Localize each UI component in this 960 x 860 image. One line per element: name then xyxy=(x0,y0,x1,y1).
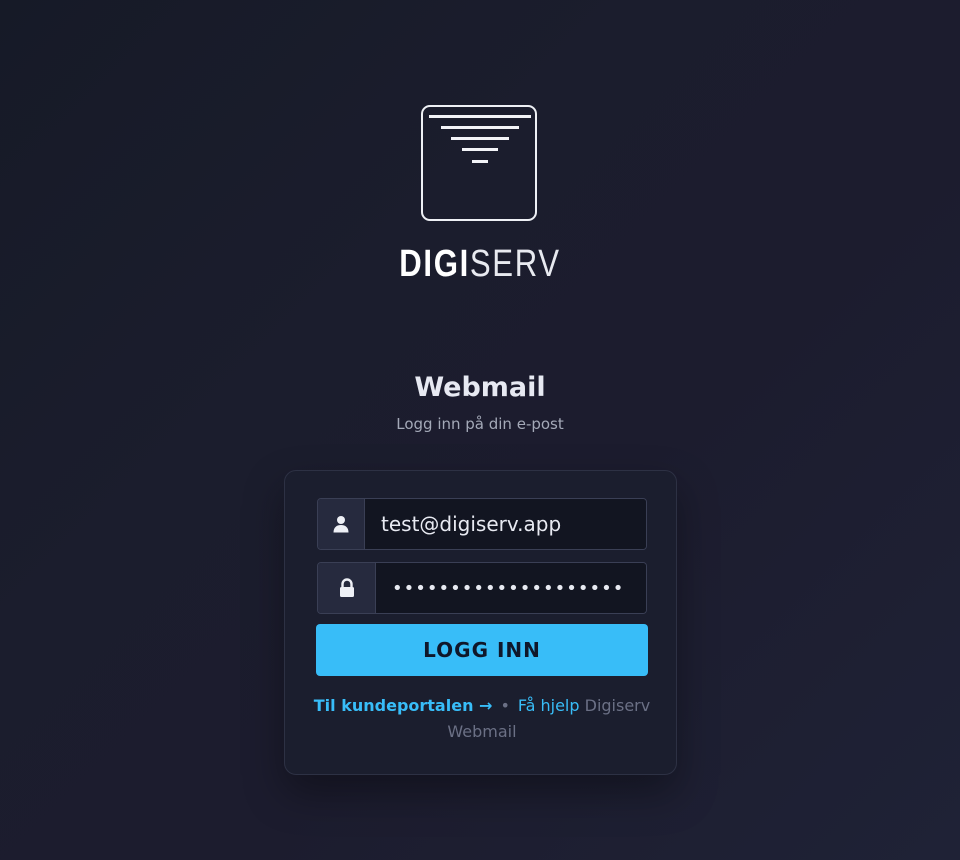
page-title: Webmail xyxy=(414,372,546,403)
login-page: DIGISERV Webmail Logg inn på din e-post … xyxy=(0,0,960,860)
password-input[interactable] xyxy=(376,563,646,613)
page-subtitle: Logg inn på din e-post xyxy=(396,415,564,433)
username-field-group xyxy=(317,498,647,550)
digiserv-logo-icon xyxy=(421,105,537,221)
brand-wordmark: DIGISERV xyxy=(86,242,873,286)
lock-icon xyxy=(318,563,376,613)
password-field-group xyxy=(317,562,647,614)
login-button[interactable]: LOGG INN xyxy=(316,624,648,676)
login-card: LOGG INN Til kundeportalen →•Få hjelp Di… xyxy=(284,470,677,775)
brand-name-bold: DIGI xyxy=(399,243,470,285)
brand-name-light: SERV xyxy=(469,243,561,285)
get-help-link[interactable]: Få hjelp xyxy=(518,696,580,715)
customer-portal-link[interactable]: Til kundeportalen → xyxy=(314,696,493,715)
footer-separator: • xyxy=(500,696,510,715)
username-input[interactable] xyxy=(365,499,646,549)
card-footer: Til kundeportalen → • Få hjelp Digiserv We… xyxy=(309,693,655,745)
user-icon xyxy=(318,499,365,549)
